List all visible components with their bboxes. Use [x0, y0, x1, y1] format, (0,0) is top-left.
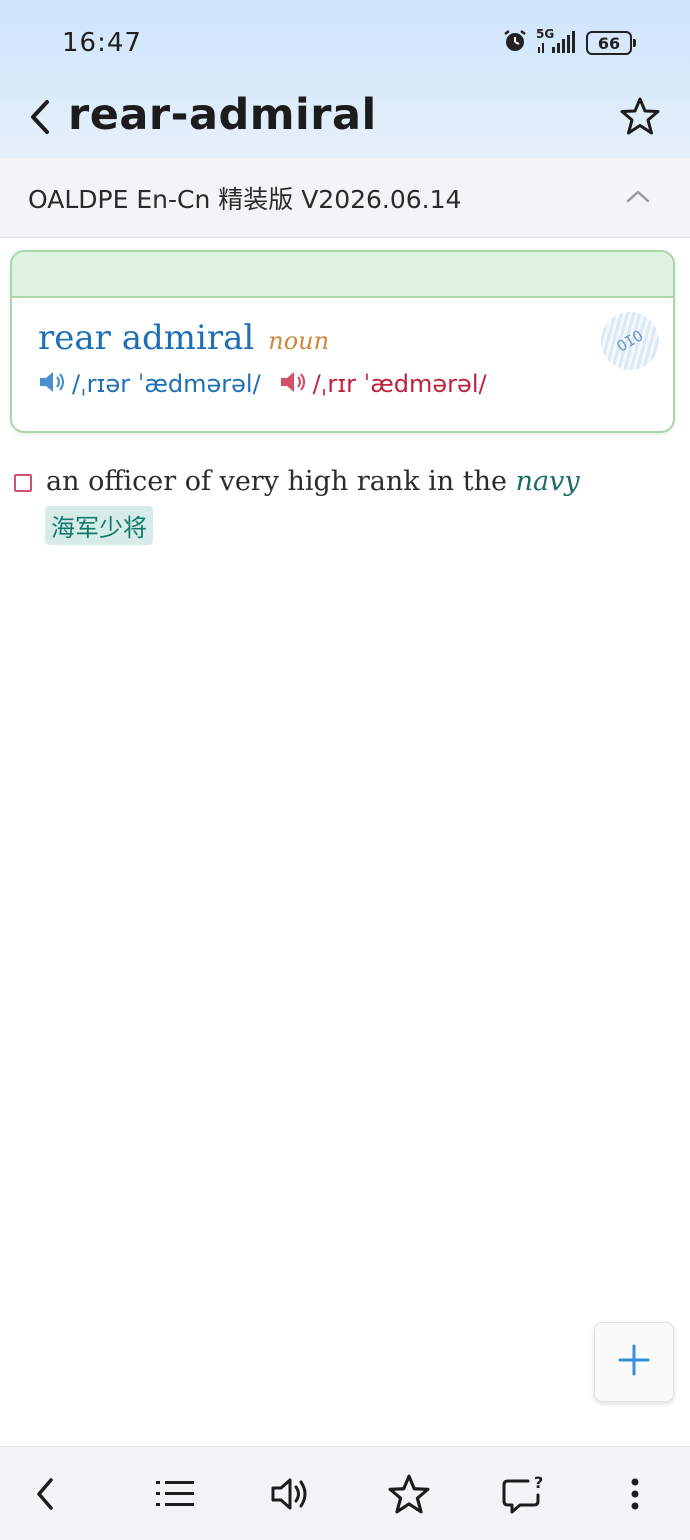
- question-bubble-icon: ?: [500, 1473, 546, 1519]
- pronunciation-uk-ipa: /ˌrɪər ˈædmərəl/: [72, 370, 261, 398]
- battery-level: 66: [597, 33, 621, 53]
- add-button[interactable]: [594, 1322, 674, 1402]
- toolbar-list-button[interactable]: [150, 1471, 200, 1521]
- headword: rear admiral: [38, 318, 255, 358]
- checkbox-icon[interactable]: [14, 474, 32, 492]
- headword-line: rear admiral noun: [38, 318, 329, 358]
- status-time: 16:47: [62, 28, 142, 58]
- battery-icon: 66: [586, 31, 636, 55]
- toolbar-favorite-button[interactable]: [384, 1471, 434, 1521]
- pronunciation-us-ipa: /ˌrɪr ˈædmərəl/: [312, 370, 487, 398]
- dictionary-name: OALDPE En-Cn 精装版 V2026.06.14: [28, 185, 462, 214]
- definition: an officer of very high rank in the navy: [46, 466, 580, 497]
- plus-icon: [617, 1343, 651, 1381]
- toolbar-speak-button[interactable]: [266, 1471, 316, 1521]
- chevron-left-icon: [27, 98, 53, 140]
- pronunciation-line: /ˌrɪər ˈædmərəl/ /ˌrɪr ˈædmərəl/: [38, 370, 505, 398]
- part-of-speech: noun: [268, 327, 330, 355]
- bottom-toolbar: ?: [0, 1446, 690, 1540]
- chinese-translation: 海军少将: [45, 506, 153, 545]
- header: rear-admiral: [0, 80, 690, 158]
- svg-text:?: ?: [534, 1473, 543, 1492]
- definition-text: an officer of very high rank in the: [46, 466, 507, 497]
- back-button[interactable]: [20, 94, 60, 144]
- speaker-icon: [270, 1475, 312, 1517]
- star-icon: [388, 1473, 430, 1519]
- pronunciation-us[interactable]: /ˌrɪr ˈædmərəl/: [279, 370, 487, 398]
- entry-card: rear admiral noun /ˌrɪər ˈædmərəl/ /ˌrɪr…: [10, 250, 675, 433]
- more-vertical-icon: [630, 1477, 640, 1515]
- oxford-badge: OIO: [590, 301, 670, 381]
- toolbar-feedback-button[interactable]: ?: [498, 1471, 548, 1521]
- pronunciation-uk[interactable]: /ˌrɪər ˈædmərəl/: [38, 370, 261, 398]
- back-icon: [33, 1476, 57, 1516]
- app-screen: 16:47 5G 66 rear-admiral OALDPE En-Cn 精装…: [0, 0, 690, 1540]
- collapse-button[interactable]: [622, 182, 654, 214]
- favorite-button[interactable]: [618, 96, 662, 140]
- star-outline-icon: [620, 96, 660, 140]
- list-icon: [154, 1477, 196, 1515]
- entry-card-header: [12, 252, 673, 298]
- speaker-icon: [279, 370, 309, 398]
- alarm-icon: [502, 28, 528, 58]
- cross-reference-link[interactable]: navy: [516, 466, 580, 497]
- speaker-icon: [38, 370, 68, 398]
- toolbar-back-button[interactable]: [20, 1471, 70, 1521]
- status-icons: 5G 66: [502, 27, 636, 58]
- signal-icon: 5G: [536, 27, 578, 57]
- chevron-up-icon: [625, 188, 651, 208]
- status-bar: 16:47 5G 66: [0, 0, 690, 80]
- toolbar-more-button[interactable]: [610, 1471, 660, 1521]
- page-title: rear-admiral: [68, 90, 377, 140]
- dictionary-bar[interactable]: OALDPE En-Cn 精装版 V2026.06.14: [0, 158, 690, 238]
